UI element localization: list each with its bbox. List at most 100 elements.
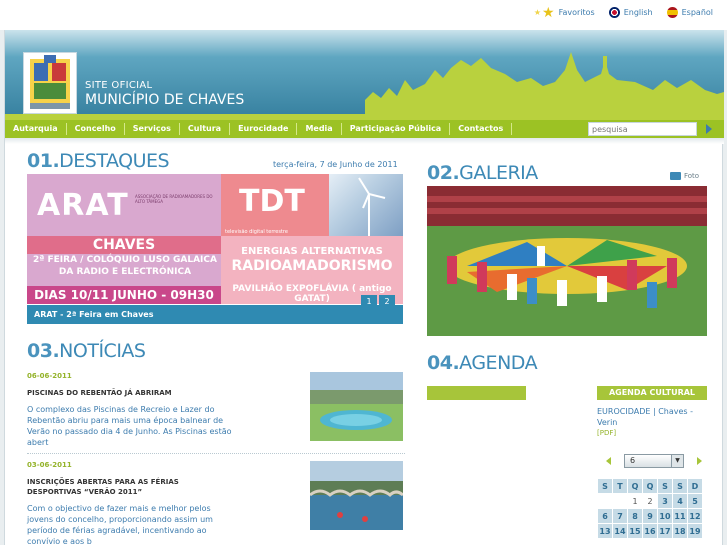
search-input[interactable] bbox=[588, 122, 697, 136]
calendar-day[interactable]: 16 bbox=[643, 524, 657, 538]
calendar-day[interactable]: 18 bbox=[673, 524, 687, 538]
foto-link[interactable]: Foto bbox=[670, 172, 699, 180]
nav-item-eurocidade[interactable]: Eurocidade bbox=[230, 123, 298, 135]
weekday-header: S bbox=[673, 479, 687, 493]
camera-icon bbox=[670, 172, 681, 180]
calendar-day[interactable]: 9 bbox=[643, 509, 657, 523]
calendar-day[interactable]: 12 bbox=[688, 509, 702, 523]
banner-chaves-text: CHAVES bbox=[27, 236, 221, 254]
children-parachute-photo bbox=[427, 186, 707, 336]
star-icon: ★ bbox=[542, 4, 555, 21]
calendar-day[interactable]: 15 bbox=[628, 524, 642, 538]
main-nav: Autarquia Concelho Serviços Cultura Euro… bbox=[5, 120, 724, 138]
banner-feira-text: 2ª FEIRA / COLÓQUIO LUSO GALAICA DA RADI… bbox=[33, 255, 217, 277]
calendar-day[interactable]: 11 bbox=[673, 509, 687, 523]
news-item: 03-06-2011 INSCRIÇÕES ABERTAS PARA AS FÉ… bbox=[27, 461, 405, 545]
nav-item-media[interactable]: Media bbox=[297, 123, 342, 135]
english-label: English bbox=[623, 8, 653, 17]
news-body[interactable]: Com o objectivo de fazer mais e melhor p… bbox=[27, 503, 237, 545]
site-title-line1: SITE OFICIAL bbox=[85, 80, 153, 91]
favoritos-link[interactable]: ★ ★ Favoritos bbox=[533, 4, 595, 21]
calendar-day[interactable]: 6 bbox=[598, 509, 612, 523]
nav-item-servicos[interactable]: Serviços bbox=[125, 123, 180, 135]
nav-item-cultura[interactable]: Cultura bbox=[180, 123, 231, 135]
news-image[interactable] bbox=[310, 372, 403, 441]
spain-flag-icon bbox=[666, 7, 678, 18]
page-frame: SITE OFICIAL MUNICÍPIO DE CHAVES Autarqu… bbox=[4, 30, 724, 545]
destaques-heading: 01.DESTAQUES bbox=[27, 150, 170, 172]
calendar-day bbox=[613, 494, 627, 508]
espanol-label: Español bbox=[681, 8, 713, 17]
wind-turbine-icon bbox=[358, 177, 386, 236]
featured-banner[interactable]: ARAT ASSOCIAÇÃO DE RADIOAMADORES DO ALTO… bbox=[27, 174, 403, 324]
favoritos-label: Favoritos bbox=[558, 8, 595, 17]
uk-flag-icon bbox=[608, 7, 620, 18]
weekday-header: D bbox=[688, 479, 702, 493]
agenda-cultural-label[interactable]: AGENDA CULTURAL bbox=[597, 386, 707, 400]
destaques-number: 01. bbox=[27, 150, 60, 172]
news-image[interactable] bbox=[310, 461, 403, 530]
calendar-week: 13 14 15 16 17 18 19 bbox=[598, 524, 702, 538]
calendar-month-select[interactable]: 6 ▼ bbox=[624, 454, 684, 468]
news-body[interactable]: O complexo das Piscinas de Recreio e Laz… bbox=[27, 404, 237, 448]
search-arrow-icon[interactable] bbox=[706, 124, 712, 134]
calendar-day[interactable]: 5 bbox=[688, 494, 702, 508]
banner-arat-panel: ARAT ASSOCIAÇÃO DE RADIOAMADORES DO ALTO… bbox=[27, 174, 221, 304]
site-header: SITE OFICIAL MUNICÍPIO DE CHAVES bbox=[5, 30, 724, 120]
galeria-heading: 02.GALERIA bbox=[427, 162, 538, 184]
site-title: SITE OFICIAL MUNICÍPIO DE CHAVES bbox=[85, 80, 244, 108]
top-utility-bar: ★ ★ Favoritos English Español bbox=[0, 0, 727, 30]
agenda-green-bar bbox=[427, 386, 526, 400]
banner-tdt-box: TDT televisão digital terrestre bbox=[221, 174, 329, 236]
galeria-title: GALERIA bbox=[459, 162, 538, 184]
espanol-link[interactable]: Español bbox=[666, 7, 713, 18]
calendar-day[interactable]: 17 bbox=[658, 524, 672, 538]
gallery-photo[interactable] bbox=[427, 186, 707, 336]
weekday-header: Q bbox=[628, 479, 642, 493]
small-star-icon: ★ bbox=[533, 8, 542, 17]
calendar-day[interactable]: 4 bbox=[673, 494, 687, 508]
noticias-title: NOTÍCIAS bbox=[59, 340, 146, 362]
agenda-pdf-link[interactable]: [PDF] bbox=[597, 429, 616, 437]
banner-radio-text: RADIOAMADORISMO bbox=[231, 258, 393, 274]
weekday-header: T bbox=[613, 479, 627, 493]
news-title[interactable]: INSCRIÇÕES ABERTAS PARA AS FÉRIAS DESPOR… bbox=[27, 477, 227, 497]
top-links: ★ ★ Favoritos English Español bbox=[533, 4, 713, 21]
banner-assoc-text: ASSOCIAÇÃO DE RADIOAMADORES DO ALTO TÂME… bbox=[135, 194, 213, 204]
swimming-pool-photo bbox=[310, 372, 403, 441]
calendar-day[interactable]: 8 bbox=[628, 509, 642, 523]
calendar-day[interactable]: 2 bbox=[643, 494, 657, 508]
banner-caption[interactable]: ARAT - 2ª Feira em Chaves bbox=[27, 305, 403, 324]
municipality-logo[interactable] bbox=[23, 52, 77, 114]
agenda-event-link[interactable]: EUROCIDADE | Chaves - Verin bbox=[597, 406, 707, 428]
nav-item-autarquia[interactable]: Autarquia bbox=[5, 123, 67, 135]
banner-arat-text: ARAT bbox=[37, 188, 129, 223]
calendar-day[interactable]: 14 bbox=[613, 524, 627, 538]
banner-tdt-text: TDT bbox=[239, 184, 305, 219]
nav-item-contactos[interactable]: Contactos bbox=[450, 123, 513, 135]
nav-item-concelho[interactable]: Concelho bbox=[67, 123, 125, 135]
foto-label: Foto bbox=[684, 172, 700, 180]
weekday-header: S bbox=[658, 479, 672, 493]
news-title[interactable]: PISCINAS DO REBENTÃO JÁ ABRIRAM bbox=[27, 388, 227, 398]
english-link[interactable]: English bbox=[608, 7, 653, 18]
calendar-prev-arrow-icon[interactable] bbox=[606, 457, 611, 465]
calendar-header-row: S T Q Q S S D bbox=[598, 479, 702, 493]
calendar-next-arrow-icon[interactable] bbox=[697, 457, 702, 465]
calendar-day[interactable]: 1 bbox=[628, 494, 642, 508]
calendar-day[interactable]: 13 bbox=[598, 524, 612, 538]
agenda-heading: 04.AGENDA bbox=[427, 352, 538, 374]
calendar-week: 6 7 8 9 10 11 12 bbox=[598, 509, 702, 523]
chevron-down-icon: ▼ bbox=[671, 455, 683, 467]
banner-tdt-subtitle: televisão digital terrestre bbox=[225, 229, 288, 235]
news-divider bbox=[27, 453, 405, 454]
calendar-day bbox=[598, 494, 612, 508]
nav-item-participacao[interactable]: Participação Pública bbox=[342, 123, 451, 135]
calendar-day[interactable]: 7 bbox=[613, 509, 627, 523]
calendar-day[interactable]: 19 bbox=[688, 524, 702, 538]
agenda-number: 04. bbox=[427, 352, 460, 374]
banner-dias-text: DIAS 10/11 JUNHO - 09H30 bbox=[27, 286, 221, 304]
agenda-title: AGENDA bbox=[459, 352, 538, 374]
calendar-day[interactable]: 10 bbox=[658, 509, 672, 523]
calendar-day[interactable]: 3 bbox=[658, 494, 672, 508]
